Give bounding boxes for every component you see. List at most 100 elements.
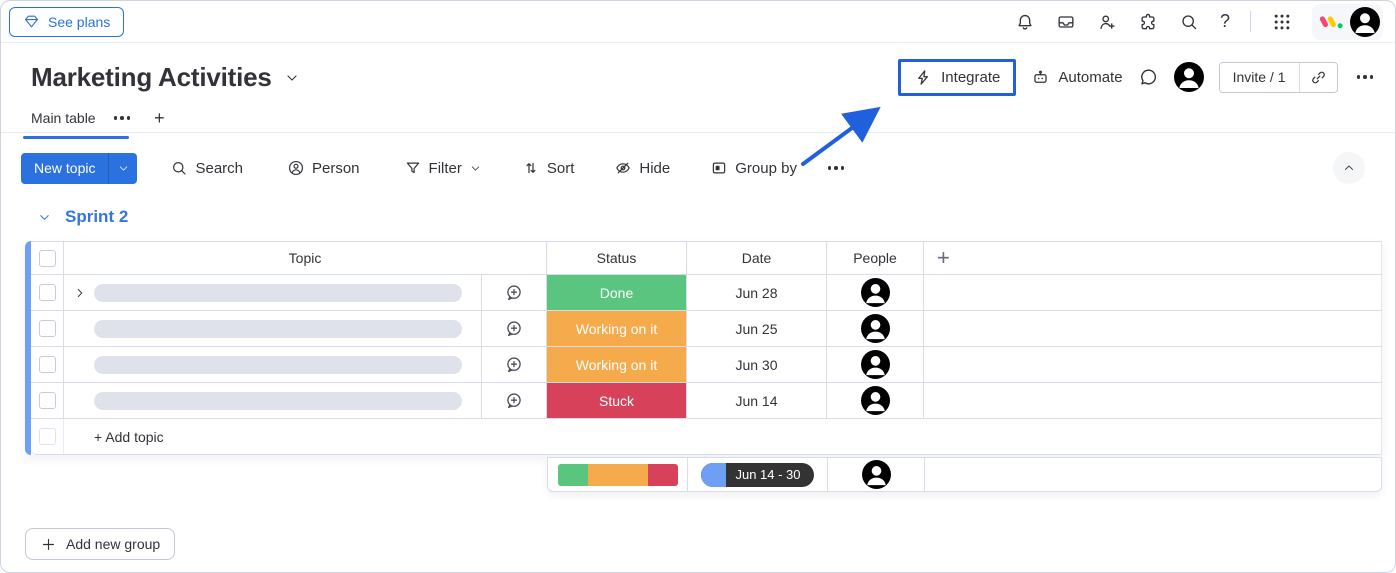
- status-chip[interactable]: Stuck: [547, 383, 686, 418]
- status-chip[interactable]: Done: [547, 275, 686, 310]
- person-filter-button[interactable]: Person: [278, 153, 369, 183]
- assignee-avatar[interactable]: [861, 278, 890, 307]
- integrate-bolt-icon: [914, 68, 933, 87]
- filter-button[interactable]: Filter: [395, 153, 491, 183]
- group-by-icon: [710, 159, 728, 177]
- table-row: Stuck Jun 14: [31, 383, 1382, 419]
- inbox-tray-icon[interactable]: [1056, 11, 1077, 32]
- expand-row-chevron-icon[interactable]: [73, 286, 87, 300]
- add-update-bubble-icon[interactable]: [481, 311, 546, 346]
- table-row: Done Jun 28: [31, 275, 1382, 311]
- integrate-label: Integrate: [941, 69, 1000, 86]
- copy-link-icon[interactable]: [1299, 63, 1337, 92]
- assignee-avatar[interactable]: [861, 386, 890, 415]
- assignee-avatar[interactable]: [861, 314, 890, 343]
- date-cell[interactable]: Jun 14: [687, 383, 827, 418]
- empty-cell[interactable]: [924, 383, 1381, 418]
- topbar-divider: [1250, 11, 1251, 32]
- column-header-topic[interactable]: Topic: [64, 242, 547, 274]
- add-view-button[interactable]: +: [154, 108, 165, 129]
- board-title-chevron-down-icon[interactable]: [284, 70, 300, 86]
- automate-button[interactable]: Automate: [1031, 68, 1122, 87]
- new-item-button[interactable]: New topic: [21, 153, 108, 184]
- see-plans-button[interactable]: See plans: [9, 7, 124, 37]
- status-distribution-bar[interactable]: [558, 464, 678, 486]
- toolbar-more-icon[interactable]: [824, 162, 849, 174]
- chat-bubble-icon[interactable]: [1138, 67, 1159, 88]
- date-range-pill[interactable]: Jun 14 - 30: [701, 463, 813, 487]
- collapse-header-button[interactable]: [1333, 152, 1365, 184]
- notifications-bell-icon[interactable]: [1015, 11, 1036, 32]
- person-icon: [287, 159, 305, 177]
- date-cell[interactable]: Jun 28: [687, 275, 827, 310]
- table-header-row: Topic Status Date People +: [31, 241, 1382, 275]
- user-avatar[interactable]: [1350, 7, 1380, 37]
- empty-cell[interactable]: [924, 311, 1381, 346]
- add-update-bubble-icon[interactable]: [481, 347, 546, 382]
- add-update-bubble-icon[interactable]: [481, 383, 546, 418]
- tabbar-baseline: [1, 132, 1395, 133]
- sort-button[interactable]: Sort: [513, 153, 584, 183]
- group-by-label: Group by: [735, 160, 797, 177]
- new-item-caret-icon[interactable]: [108, 153, 137, 184]
- sort-arrows-icon: [522, 159, 540, 177]
- apps-marketplace-icon[interactable]: [1138, 11, 1159, 32]
- invite-members-icon[interactable]: [1097, 11, 1118, 32]
- column-header-status[interactable]: Status: [547, 242, 687, 274]
- empty-cell[interactable]: [924, 275, 1381, 310]
- invite-button[interactable]: Invite / 1: [1220, 63, 1299, 92]
- row-checkbox[interactable]: [39, 356, 56, 373]
- empty-cell[interactable]: [924, 347, 1381, 382]
- table-row: Working on it Jun 30: [31, 347, 1382, 383]
- group-name[interactable]: Sprint 2: [65, 207, 128, 227]
- tab-options-icon[interactable]: [110, 112, 135, 124]
- board-menu-icon[interactable]: [1353, 71, 1378, 83]
- integrate-button[interactable]: Integrate: [914, 68, 1000, 87]
- row-checkbox[interactable]: [39, 392, 56, 409]
- search-label: Search: [195, 160, 243, 177]
- group-summary-row: Jun 14 - 30: [547, 457, 1382, 492]
- help-icon[interactable]: ?: [1220, 11, 1230, 32]
- group-chevron-down-icon[interactable]: [37, 210, 52, 225]
- row-checkbox[interactable]: [39, 284, 56, 301]
- column-header-date[interactable]: Date: [687, 242, 827, 274]
- board-title[interactable]: Marketing Activities: [31, 62, 272, 93]
- add-row-checkbox: [39, 428, 56, 445]
- status-chip[interactable]: Working on it: [547, 311, 686, 346]
- board-title-row: Marketing Activities: [31, 62, 300, 93]
- monday-logo-icon: [1320, 13, 1344, 30]
- add-update-bubble-icon[interactable]: [481, 275, 546, 310]
- filter-chevron-down-icon: [469, 162, 482, 175]
- date-range-progress-cap: [701, 463, 726, 487]
- add-column-button[interactable]: +: [937, 245, 950, 271]
- apps-grid-icon[interactable]: [1271, 11, 1292, 32]
- search-icon[interactable]: [1179, 11, 1200, 32]
- status-chip[interactable]: Working on it: [547, 347, 686, 382]
- topic-placeholder[interactable]: [94, 320, 462, 338]
- date-range-label: Jun 14 - 30: [726, 467, 813, 482]
- see-plans-label: See plans: [48, 14, 110, 30]
- hide-label: Hide: [639, 160, 670, 177]
- topic-placeholder[interactable]: [94, 392, 462, 410]
- date-cell[interactable]: Jun 25: [687, 311, 827, 346]
- top-bar: See plans ?: [1, 1, 1395, 43]
- topic-placeholder[interactable]: [94, 356, 462, 374]
- column-header-people[interactable]: People: [827, 242, 924, 274]
- row-checkbox[interactable]: [39, 320, 56, 337]
- board-owner-avatar[interactable]: [1174, 62, 1204, 92]
- topic-placeholder[interactable]: [94, 284, 462, 302]
- battery-segment-stuck: [648, 464, 678, 486]
- assignee-avatar[interactable]: [861, 350, 890, 379]
- group-by-button[interactable]: Group by: [701, 153, 806, 183]
- plus-icon: [40, 536, 57, 553]
- hide-button[interactable]: Hide: [605, 153, 679, 183]
- sort-label: Sort: [547, 160, 575, 177]
- tab-main-table[interactable]: Main table: [31, 110, 96, 126]
- add-new-group-button[interactable]: Add new group: [25, 528, 175, 560]
- select-all-checkbox[interactable]: [39, 250, 56, 267]
- add-topic-button[interactable]: + Add topic: [64, 429, 164, 445]
- date-cell[interactable]: Jun 30: [687, 347, 827, 382]
- summary-avatar[interactable]: [862, 460, 891, 489]
- group-header[interactable]: Sprint 2: [37, 207, 128, 227]
- search-tool-button[interactable]: Search: [161, 153, 252, 183]
